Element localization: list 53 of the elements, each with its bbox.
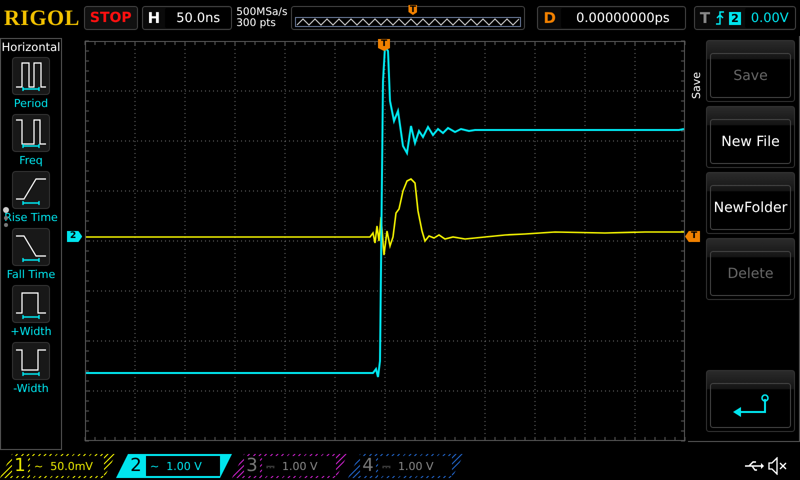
- trigger-position-marker[interactable]: T: [378, 39, 390, 51]
- measure-item[interactable]: -Width: [2, 342, 60, 395]
- period-measure-icon: [12, 57, 50, 95]
- channel-marker[interactable]: 2: [67, 231, 82, 242]
- measure-item[interactable]: Freq: [2, 114, 60, 167]
- trigger-label: T: [698, 9, 712, 27]
- delay-value: 0.00000000ps: [560, 8, 685, 28]
- timebase-value: 50.0ns: [165, 8, 232, 28]
- menu-button[interactable]: New File: [706, 106, 795, 168]
- coupling-symbol: ~: [34, 460, 44, 472]
- channel-number: 4: [360, 456, 376, 476]
- sample-rate: 500MSa/s: [236, 7, 288, 18]
- back-button[interactable]: [706, 370, 795, 432]
- menu-button[interactable]: NewFolder: [706, 172, 795, 234]
- channel-tab[interactable]: 1 ~ 50.0mV: [0, 454, 116, 478]
- coupling-symbol: ⎓: [382, 460, 391, 472]
- return-arrow-icon: [730, 394, 770, 418]
- memory-depth: 300 pts: [236, 18, 277, 29]
- run-stop-button[interactable]: STOP: [84, 6, 138, 30]
- measure-item[interactable]: +Width: [2, 285, 60, 338]
- rise-measure-icon: [12, 171, 50, 209]
- measure-item[interactable]: Fall Time: [2, 228, 60, 281]
- speaker-muted-icon: [768, 457, 788, 475]
- trigger-source: 2: [729, 12, 741, 24]
- channel-number: 3: [244, 456, 260, 476]
- trigger-level: 0.00V: [744, 8, 795, 28]
- freq-measure-icon: [12, 114, 50, 152]
- channel-tab[interactable]: 2 ~ 1.00 V: [116, 454, 232, 478]
- trigger-panel[interactable]: T 2 0.00V: [694, 6, 796, 30]
- menu-title: Horizontal: [2, 40, 60, 54]
- timebase-panel[interactable]: H 50.0ns: [142, 6, 232, 30]
- fall-measure-icon: [12, 228, 50, 266]
- menu-title: Save: [690, 72, 703, 100]
- channel-scale: 1.00 V: [282, 460, 318, 472]
- coupling-symbol: ~: [150, 460, 160, 472]
- usb-icon: [744, 460, 764, 472]
- coupling-symbol: ⎓: [266, 460, 275, 472]
- delay-label: D: [542, 9, 557, 27]
- trigger-level-marker[interactable]: T: [685, 231, 700, 242]
- brand-logo: RIGOL: [4, 5, 80, 31]
- pwidth-measure-icon: [12, 285, 50, 323]
- channel-scale: 1.00 V: [398, 460, 434, 472]
- delay-panel[interactable]: D 0.00000000ps: [537, 6, 686, 30]
- channel-tab[interactable]: 3 ⎓ 1.00 V: [232, 454, 348, 478]
- trigger-position-marker: T: [408, 5, 418, 15]
- channel-number: 1: [12, 456, 28, 476]
- measure-item[interactable]: Period: [2, 57, 60, 110]
- channel-tab[interactable]: 4 ⎓ 1.00 V: [348, 454, 464, 478]
- horizontal-label: H: [146, 9, 162, 27]
- channel-scale: 50.0mV: [50, 460, 93, 472]
- channel-scale: 1.00 V: [166, 460, 202, 472]
- nwidth-measure-icon: [12, 342, 50, 380]
- rising-edge-icon: [715, 11, 726, 25]
